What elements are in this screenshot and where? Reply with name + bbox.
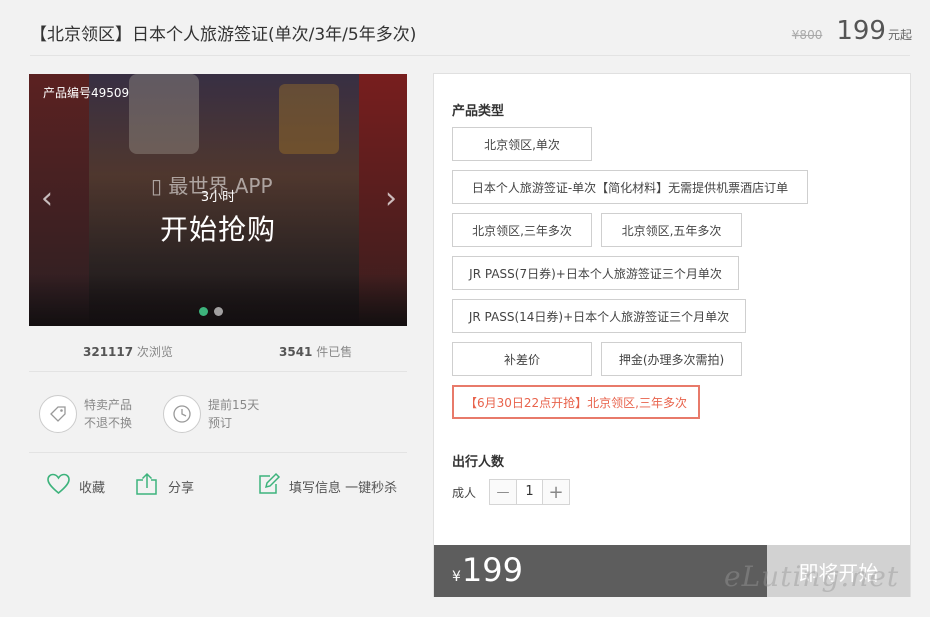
start-sale-label: 开始抢购 (159, 213, 276, 246)
selected-option-label: 北京领区,三年多次 (587, 395, 687, 410)
price-unit: 元起 (887, 28, 912, 42)
adult-label: 成人 (452, 486, 477, 500)
currency-symbol: ¥ (452, 569, 461, 585)
chevron-left-icon[interactable]: ‹ (41, 184, 53, 214)
divider (29, 371, 407, 372)
sale-tag: 【6月30日22点开抢】 (464, 395, 588, 410)
feature-book-ahead: 提前15天 预订 (163, 395, 259, 433)
countdown-text: 3小时 (200, 190, 236, 205)
option-beijing-single[interactable]: 北京领区,单次 (452, 127, 592, 161)
share-button[interactable]: 分享 (134, 472, 194, 500)
edit-icon (257, 472, 281, 500)
header-price: ¥800 199 元起 (792, 16, 912, 46)
product-title: 【北京领区】日本个人旅游签证(单次/3年/5年多次) (30, 25, 417, 45)
product-banner[interactable]: 产品编号49509 ▯ 最世界 APP 3小时 开始抢购 ‹ › (29, 74, 407, 326)
total-price: ¥ 199 (452, 551, 523, 589)
product-stats: 321117 次浏览 3541 件已售 (29, 341, 407, 361)
heart-icon (46, 472, 71, 500)
option-beijing-5year[interactable]: 北京领区,五年多次 (601, 213, 742, 247)
page-header: 【北京领区】日本个人旅游签证(单次/3年/5年多次) ¥800 199 元起 (0, 0, 930, 56)
product-type-title: 产品类型 (452, 104, 505, 119)
feature-special-sale: 特卖产品 不退不换 (39, 395, 132, 433)
product-id: 产品编号49509 (43, 86, 130, 100)
feature-line: 不退不换 (84, 416, 133, 430)
option-deposit[interactable]: 押金(办理多次需拍) (601, 342, 742, 376)
site-watermark: eLuting.net (724, 560, 900, 593)
chevron-right-icon[interactable]: › (385, 184, 397, 214)
favorite-button[interactable]: 收藏 (46, 472, 105, 500)
purchase-panel: 产品类型 北京领区,单次 日本个人旅游签证-单次【简化材料】无需提供机票酒店订单… (433, 73, 911, 597)
clock-icon (163, 395, 201, 433)
sold-count: 3541 件已售 (279, 345, 353, 359)
favorite-label: 收藏 (79, 480, 106, 496)
minus-button[interactable]: — (490, 480, 516, 504)
plus-button[interactable]: + (543, 480, 569, 504)
views-count: 321117 次浏览 (83, 345, 173, 359)
feature-line: 特卖产品 (84, 398, 133, 412)
current-price: 199 (836, 16, 886, 46)
option-beijing-3year[interactable]: 北京领区,三年多次 (452, 213, 592, 247)
tag-icon (39, 395, 77, 433)
original-price: ¥800 (791, 28, 823, 42)
divider (29, 452, 407, 453)
total-amount: 199 (461, 551, 523, 589)
header-divider (30, 55, 910, 56)
share-label: 分享 (168, 480, 195, 496)
fill-info-label: 填写信息 一键秒杀 (289, 480, 398, 496)
option-jrpass-7day[interactable]: JR PASS(7日券)+日本个人旅游签证三个月单次 (452, 256, 739, 290)
option-simplified-single[interactable]: 日本个人旅游签证-单次【简化材料】无需提供机票酒店订单 (452, 170, 808, 204)
share-icon (134, 472, 160, 500)
quantity-stepper: — 1 + (489, 479, 570, 505)
carousel-dot[interactable] (214, 307, 223, 316)
feature-line: 提前15天 (208, 398, 260, 412)
option-selected-flash-sale[interactable]: 【6月30日22点开抢】 北京领区,三年多次 (452, 385, 700, 419)
feature-line: 预订 (208, 416, 233, 430)
travelers-title: 出行人数 (452, 455, 505, 470)
carousel-dots (199, 307, 223, 316)
fill-info-button[interactable]: 填写信息 一键秒杀 (257, 472, 397, 500)
option-jrpass-14day[interactable]: JR PASS(14日券)+日本个人旅游签证三个月单次 (452, 299, 746, 333)
carousel-dot[interactable] (199, 307, 208, 316)
option-price-difference[interactable]: 补差价 (452, 342, 592, 376)
quantity-value[interactable]: 1 (516, 480, 543, 504)
